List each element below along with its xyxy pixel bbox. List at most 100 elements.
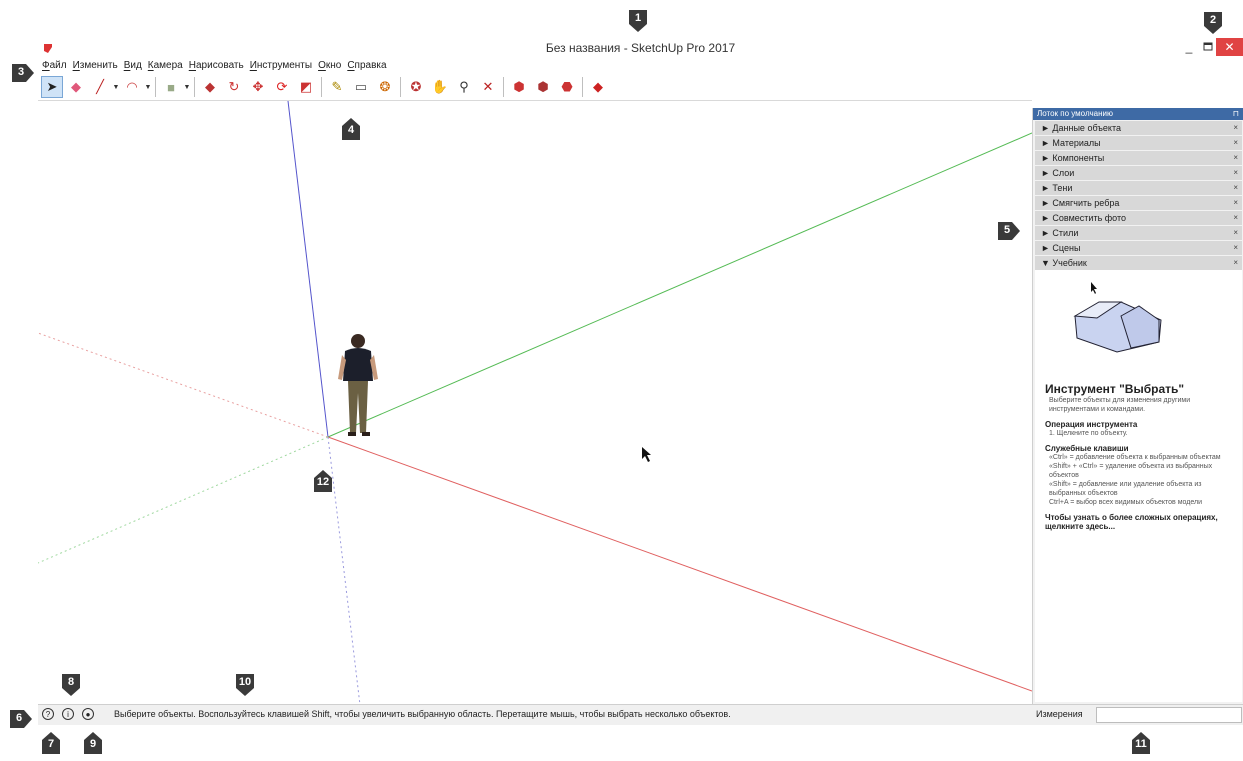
title-bar: Без названия - SketchUp Pro 2017 _ ✕ (38, 38, 1243, 58)
geo-location-icon[interactable]: ? (42, 708, 54, 720)
pan-tool-icon[interactable]: ✋ (430, 77, 450, 97)
zoom-tool-icon[interactable]: ⚲ (454, 77, 474, 97)
rotate-tool-icon[interactable]: ⟳ (272, 77, 292, 97)
menu-bar: Файл Изменить Вид Камера Нарисовать Инст… (38, 58, 1243, 74)
panel-label: Смягчить ребра (1052, 198, 1120, 208)
close-icon[interactable]: × (1233, 196, 1238, 210)
menu-help[interactable]: Справка (347, 58, 386, 74)
panel-label: Данные объекта (1052, 123, 1121, 133)
panel-7[interactable]: ► Стили × (1035, 226, 1242, 240)
mouse-cursor-icon (642, 447, 651, 462)
tray-title-text: Лоток по умолчанию (1037, 109, 1113, 118)
default-tray: Лоток по умолчанию ⊓ ► Данные объекта × ► … (1032, 108, 1243, 704)
share-model-tool-icon[interactable]: ⬢ (533, 77, 553, 97)
callout-7: 7 (38, 730, 64, 756)
close-icon[interactable]: × (1233, 181, 1238, 195)
maximize-button[interactable] (1198, 38, 1218, 56)
panel-label: Тени (1052, 183, 1073, 193)
tutor-intro: Выберите объекты для изменения другими и… (1049, 397, 1191, 413)
tutor-op-text: 1. Щелкните по объекту. (1049, 430, 1128, 437)
callout-number: 12 (316, 476, 330, 488)
menu-edit[interactable]: Изменить (73, 58, 118, 74)
dropdown-arrow-icon[interactable]: ▼ (183, 84, 191, 91)
panel-label: Совместить фото (1052, 213, 1126, 223)
menu-camera[interactable]: Камера (148, 58, 183, 74)
panel-1[interactable]: ► Материалы × (1035, 136, 1242, 150)
text-tool-icon[interactable]: ▭ (351, 77, 371, 97)
restore-icon (1203, 42, 1213, 51)
tape-measure-tool-icon[interactable]: ✎ (327, 77, 347, 97)
rectangle-tool-icon[interactable]: ■ (161, 77, 181, 97)
panel-instructor[interactable]: ▼ Учебник × (1035, 256, 1242, 270)
callout-number: 9 (89, 738, 97, 750)
close-icon[interactable]: × (1233, 121, 1238, 135)
panel-label: Сцены (1052, 243, 1081, 253)
panel-label: Стили (1052, 228, 1079, 238)
eraser-tool-icon[interactable]: ◆ (66, 77, 86, 97)
menu-view[interactable]: Вид (124, 58, 142, 74)
minimize-button[interactable]: _ (1178, 38, 1200, 56)
close-icon[interactable]: × (1233, 151, 1238, 165)
menu-draw[interactable]: Нарисовать (189, 58, 244, 74)
paint-bucket-tool-icon[interactable]: ❂ (375, 77, 395, 97)
orbit-tool-icon[interactable]: ✪ (406, 77, 426, 97)
expand-arrow-icon: ► (1041, 123, 1053, 133)
toolbar-separator (321, 77, 322, 97)
green-axis-negative (38, 436, 329, 564)
push-pull-tool-icon[interactable]: ◆ (200, 77, 220, 97)
panel-2[interactable]: ► Компоненты × (1035, 151, 1242, 165)
instructor-content: Инструмент "Выбрать" Выберите объекты дл… (1035, 270, 1242, 702)
panel-4[interactable]: ► Тени × (1035, 181, 1242, 195)
close-icon[interactable]: × (1233, 226, 1238, 240)
expand-arrow-icon: ► (1041, 213, 1053, 223)
panel-5[interactable]: ► Смягчить ребра × (1035, 196, 1242, 210)
pin-icon[interactable]: ⊓ (1233, 108, 1239, 120)
dropdown-arrow-icon[interactable]: ▼ (144, 84, 152, 91)
callout-4: 4 (338, 116, 364, 142)
scale-figure[interactable] (338, 334, 378, 436)
select-tool-icon[interactable]: ➤ (41, 76, 63, 98)
user-account-icon[interactable]: ● (82, 708, 94, 720)
move-tool-icon[interactable]: ✥ (248, 77, 268, 97)
close-icon[interactable]: × (1233, 136, 1238, 150)
expand-arrow-icon: ► (1041, 243, 1053, 253)
tutor-key-line: Ctrl+A = выбор всех видимых объектов мод… (1049, 499, 1203, 506)
menu-file[interactable]: Файл (42, 58, 67, 74)
close-button[interactable]: ✕ (1216, 38, 1243, 56)
credits-icon[interactable]: i (62, 708, 74, 720)
status-icons: ? i ● (42, 708, 94, 720)
ruby-tool-icon[interactable]: ◆ (588, 77, 608, 97)
expand-arrow-icon: ▼ (1041, 258, 1053, 268)
panel-label: Слои (1052, 168, 1075, 178)
dropdown-arrow-icon[interactable]: ▼ (112, 84, 120, 91)
menu-tools[interactable]: Инструменты (250, 58, 312, 74)
panel-0[interactable]: ► Данные объекта × (1035, 121, 1242, 135)
toolbar-separator (400, 77, 401, 97)
model-viewport[interactable] (38, 101, 1032, 705)
drawing-area[interactable] (38, 100, 1032, 705)
zoom-extents-tool-icon[interactable]: ✕ (478, 77, 498, 97)
tutor-more-link[interactable]: Чтобы узнать о более сложных операциях, … (1045, 513, 1232, 531)
panel-label: Материалы (1052, 138, 1101, 148)
expand-arrow-icon: ► (1041, 228, 1053, 238)
tutor-op-title: Операция инструмента (1045, 420, 1138, 429)
close-icon[interactable]: × (1233, 241, 1238, 255)
warehouse-tool-icon[interactable]: ⬢ (509, 77, 529, 97)
menu-window[interactable]: Окно (318, 58, 341, 74)
panel-3[interactable]: ► Слои × (1035, 166, 1242, 180)
close-icon[interactable]: × (1233, 256, 1238, 270)
measurements-input[interactable] (1096, 707, 1242, 723)
callout-9: 9 (80, 730, 106, 756)
follow-me-tool-icon[interactable]: ↻ (224, 77, 244, 97)
arc-tool-icon[interactable]: ◠ (122, 77, 142, 97)
panel-8[interactable]: ► Сцены × (1035, 241, 1242, 255)
scale-tool-icon[interactable]: ◩ (296, 77, 316, 97)
toolbar-separator (155, 77, 156, 97)
panel-6[interactable]: ► Совместить фото × (1035, 211, 1242, 225)
callout-8: 8 (58, 672, 84, 698)
line-tool-icon[interactable]: ╱ (90, 77, 110, 97)
extension-warehouse-tool-icon[interactable]: ⬣ (557, 77, 577, 97)
close-icon[interactable]: × (1233, 211, 1238, 225)
close-icon[interactable]: × (1233, 166, 1238, 180)
callout-number: 1 (634, 12, 642, 24)
